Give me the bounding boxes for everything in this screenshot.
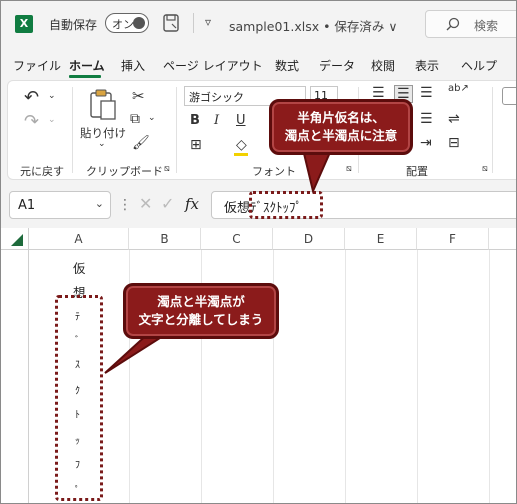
- mid-callout: 濁点と半濁点が 文字と分離してしまう: [123, 283, 279, 339]
- top-callout: 半角片仮名は、 濁点と半濁点に注意: [269, 99, 413, 155]
- mid-callout-line1: 濁点と半濁点が: [157, 294, 245, 309]
- excel-window: X 自動保存 オン ▿ sample01.xlsx • 保存済み ∨ 検索 ファ…: [0, 0, 517, 504]
- mid-callout-line2: 文字と分離してしまう: [138, 312, 264, 327]
- callout-pointers: [104, 140, 337, 374]
- top-callout-line1: 半角片仮名は、: [297, 110, 385, 125]
- top-callout-line2: 濁点と半濁点に注意: [284, 128, 398, 143]
